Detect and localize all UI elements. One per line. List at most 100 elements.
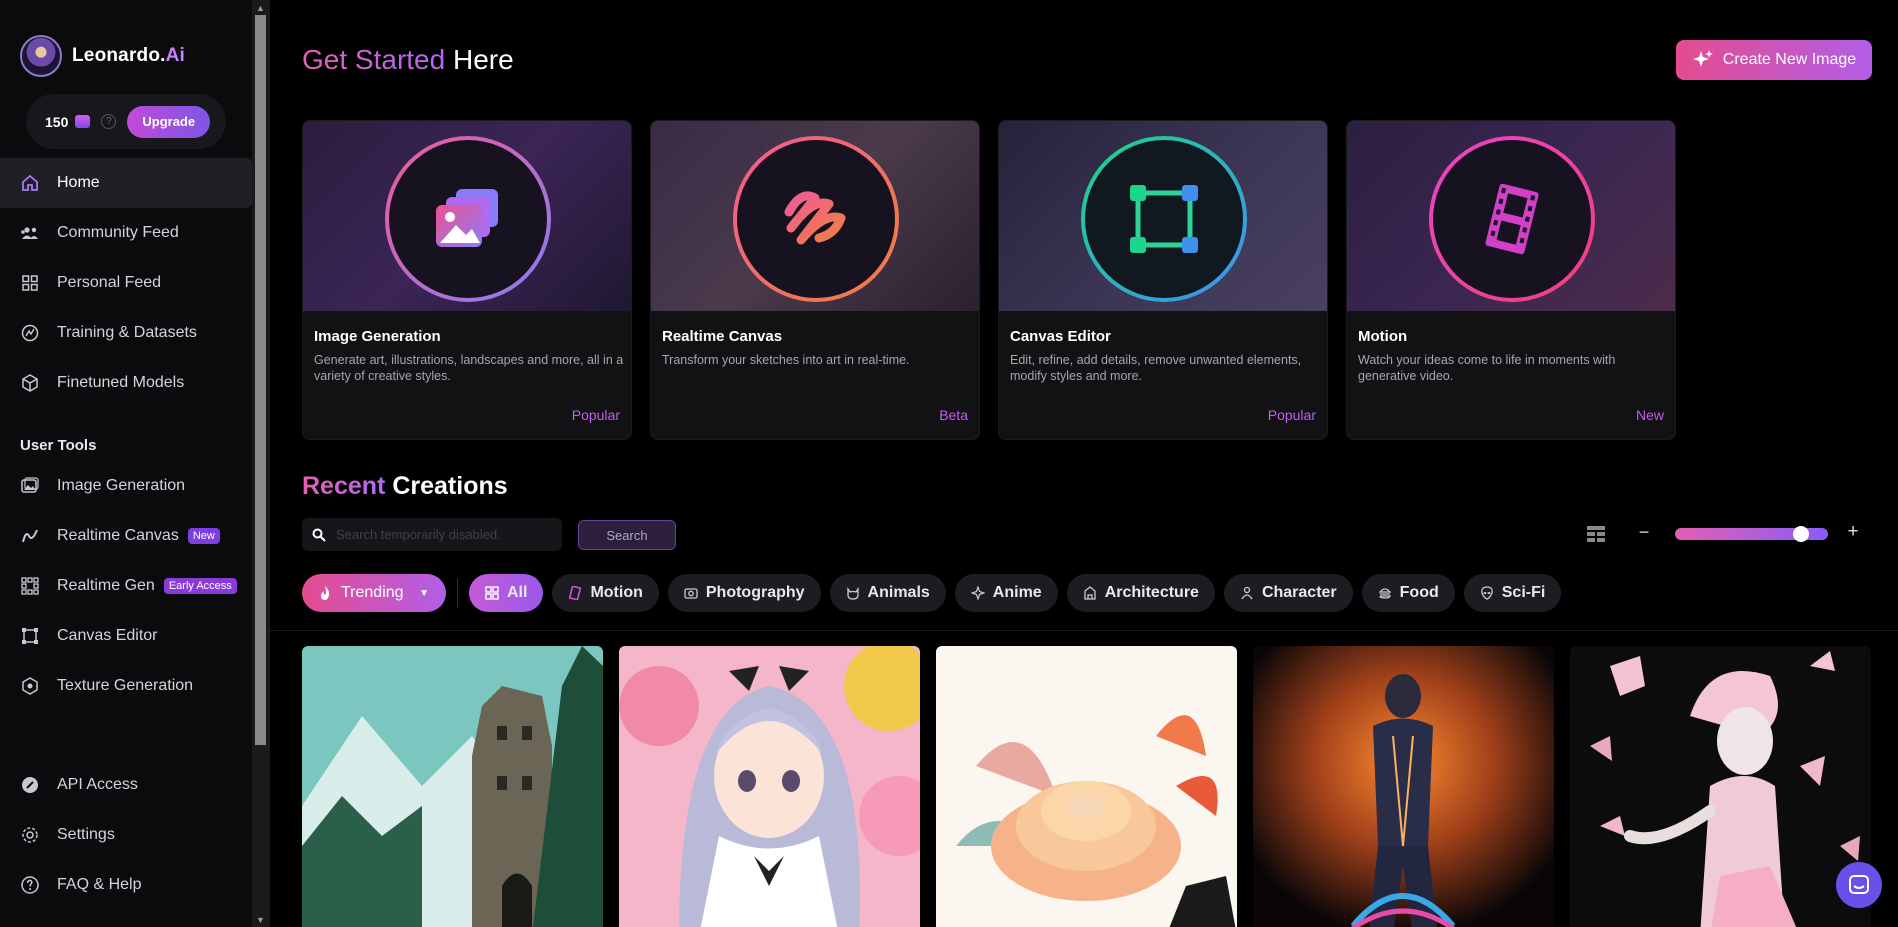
scroll-thumb[interactable] [255, 15, 266, 745]
scroll-up-arrow[interactable]: ▲ [252, 0, 269, 15]
chip-label: Animals [867, 584, 930, 601]
brand-logo [20, 35, 62, 77]
brand[interactable]: Leonardo.Ai [20, 35, 185, 77]
sidebar-item-settings[interactable]: Settings [0, 810, 252, 860]
chip-sci-fi[interactable]: Sci-Fi [1463, 574, 1562, 612]
new-badge: New [187, 528, 220, 544]
flame-icon [321, 586, 330, 600]
card-title: Canvas Editor [1010, 328, 1111, 345]
card-ring [385, 136, 551, 302]
search-input[interactable] [336, 527, 556, 542]
sidebar-item-api-access[interactable]: API Access [0, 760, 252, 810]
sidebar-item-label: Personal Feed [57, 274, 162, 291]
chip-food[interactable]: Food [1361, 574, 1455, 612]
brush-icon [20, 526, 40, 546]
chip-label: Anime [992, 584, 1042, 601]
alien-icon [1480, 586, 1494, 600]
canvas-icon [20, 626, 40, 646]
chat-icon [1849, 875, 1869, 894]
sidebar-item-realtime-gen[interactable]: Realtime Gen Early Access [0, 561, 252, 611]
creation-image-crystal-statue[interactable] [1570, 646, 1871, 927]
sidebar-item-home[interactable]: Home [0, 158, 252, 208]
chat-support-button[interactable] [1836, 862, 1882, 908]
sidebar-item-image-generation[interactable]: Image Generation [0, 461, 252, 511]
card-ring [1429, 136, 1595, 302]
home-icon [20, 173, 40, 193]
sidebar-item-label: Community Feed [57, 224, 179, 241]
page-title: Get Started Here [302, 44, 514, 75]
burger-icon [1378, 586, 1392, 600]
sidebar-item-community-feed[interactable]: Community Feed [0, 208, 252, 258]
zoom-out-button[interactable]: − [1636, 522, 1652, 543]
sidebar-item-faq-help[interactable]: FAQ & Help [0, 860, 252, 910]
search-icon [312, 528, 326, 542]
chip-anime[interactable]: Anime [954, 574, 1058, 612]
feature-card-motion[interactable]: Motion Watch your ideas come to life in … [1346, 120, 1676, 440]
creation-image-anime-girl[interactable] [619, 646, 920, 927]
feature-card-canvas-editor[interactable]: Canvas Editor Edit, refine, add details,… [998, 120, 1328, 440]
feature-card-image-generation[interactable]: Image Generation Generate art, illustrat… [302, 120, 632, 440]
chip-character[interactable]: Character [1223, 574, 1353, 612]
chip-photography[interactable]: Photography [667, 574, 821, 612]
card-tag: Popular [571, 407, 620, 423]
sidebar-item-finetuned-models[interactable]: Finetuned Models [0, 358, 252, 408]
creation-image-tower[interactable] [302, 646, 603, 927]
card-ring [1081, 136, 1247, 302]
feature-card-realtime-canvas[interactable]: Realtime Canvas Transform your sketches … [650, 120, 980, 440]
gear-icon [20, 825, 40, 845]
sidebar-item-label: Image Generation [57, 477, 186, 494]
zoom-slider-thumb[interactable] [1793, 526, 1809, 542]
sidebar-item-label: Finetuned Models [57, 374, 185, 391]
question-icon[interactable]: ? [101, 114, 117, 129]
sidebar-item-label: Home [57, 174, 100, 191]
users-icon [20, 223, 40, 243]
scroll-down-arrow[interactable]: ▼ [252, 912, 269, 927]
caret-down-icon: ▼ [419, 587, 429, 599]
texture-icon [20, 676, 40, 696]
search-field[interactable] [302, 518, 562, 551]
category-filters: Trending ▼ All Motion Photography Animal… [302, 574, 1562, 612]
zoom-in-button[interactable]: + [1845, 521, 1861, 543]
card-title: Realtime Canvas [662, 328, 783, 345]
chip-all[interactable]: All [469, 574, 544, 612]
card-ring [733, 136, 899, 302]
sidebar-item-label: FAQ & Help [57, 876, 142, 893]
chip-label: Character [1261, 584, 1337, 601]
cube-icon [20, 373, 40, 393]
sidebar-item-canvas-editor[interactable]: Canvas Editor [0, 611, 252, 661]
card-hero [303, 121, 631, 311]
sidebar-item-training-datasets[interactable]: Training & Datasets [0, 308, 252, 358]
scribble-icon [784, 191, 846, 245]
search-button[interactable]: Search [578, 520, 676, 550]
dots-grid-icon [20, 576, 40, 596]
building-icon [1083, 586, 1097, 600]
card-tag: New [1635, 407, 1664, 423]
card-title: Image Generation [314, 328, 441, 345]
person-icon [1240, 586, 1254, 600]
sidebar-item-personal-feed[interactable]: Personal Feed [0, 258, 252, 308]
image-stack-icon [436, 189, 498, 247]
card-tag: Popular [1267, 407, 1316, 423]
chip-architecture[interactable]: Architecture [1066, 574, 1215, 612]
sidebar-scrollbar[interactable]: ▲ ▼ [252, 0, 269, 927]
create-new-image-button[interactable]: Create New Image [1676, 40, 1872, 80]
creation-image-fire-figure[interactable] [1253, 646, 1554, 927]
creation-image-flower[interactable] [936, 646, 1237, 927]
chip-motion[interactable]: Motion [552, 574, 659, 612]
sort-dropdown[interactable]: Trending ▼ [302, 574, 446, 612]
early-access-badge: Early Access [163, 578, 237, 594]
cat-icon [846, 586, 860, 600]
upgrade-button[interactable]: Upgrade [127, 105, 211, 138]
section-title-recent-creations: Recent Creations [302, 472, 508, 500]
card-hero [1347, 121, 1675, 311]
sidebar-item-realtime-canvas[interactable]: Realtime Canvas New [0, 511, 252, 561]
layout-toggle-icon[interactable] [1587, 526, 1605, 542]
card-description: Generate art, illustrations, landscapes … [314, 353, 624, 383]
bounding-box-icon [1130, 185, 1198, 253]
sidebar-item-texture-generation[interactable]: Texture Generation [0, 661, 252, 711]
credit-count: 150 [45, 113, 69, 130]
api-icon [20, 775, 40, 795]
sidebar: Leonardo.Ai 150 ? Upgrade Home Community… [0, 0, 252, 927]
zoom-slider[interactable] [1675, 526, 1828, 542]
chip-animals[interactable]: Animals [829, 574, 946, 612]
